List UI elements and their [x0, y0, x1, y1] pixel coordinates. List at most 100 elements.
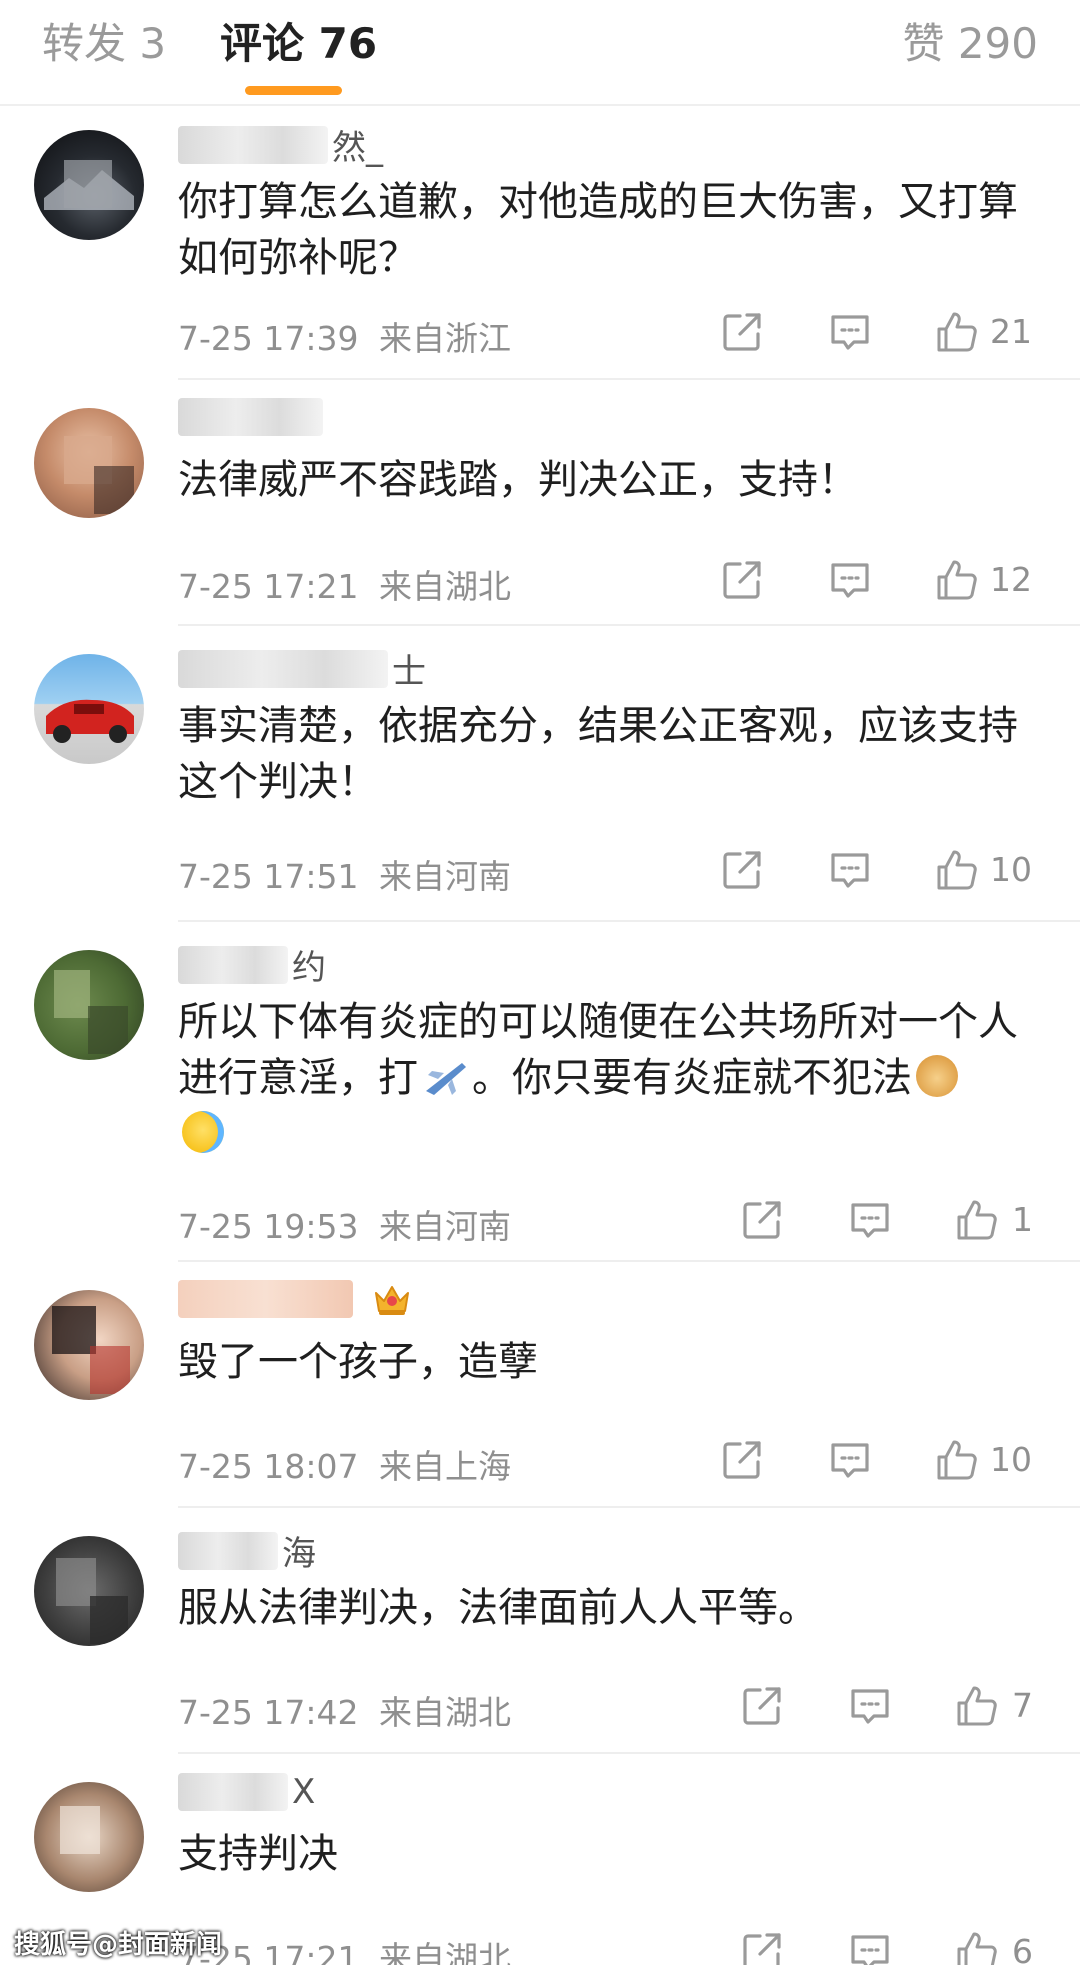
- comment-meta: 7-25 17:42 来自湖北: [178, 1686, 511, 1734]
- like-count: 6: [1012, 1932, 1033, 1965]
- comment-meta: 7-25 17:51 来自河南: [178, 850, 511, 898]
- divider: [178, 920, 1080, 922]
- reply-icon[interactable]: [848, 1930, 892, 1965]
- comment-item: 海 服从法律判决，法律面前人人平等。 7-25 17:42 来自湖北 7: [0, 1518, 1080, 1754]
- username-row[interactable]: [178, 398, 327, 444]
- comment-actions: 10: [750, 848, 1040, 892]
- comment-location: 来自上海: [379, 1447, 511, 1486]
- share-icon[interactable]: [720, 1438, 764, 1482]
- avatar[interactable]: [34, 408, 144, 518]
- comment-actions: 12: [750, 558, 1040, 602]
- comment-item: 然_ 你打算怎么道歉，对他造成的巨大伤害，又打算如何弥补呢？ 7-25 17:3…: [0, 112, 1080, 380]
- reply-icon[interactable]: [848, 1198, 892, 1242]
- reply-icon[interactable]: [828, 310, 872, 354]
- comment-actions: 1: [770, 1198, 1040, 1242]
- username-blurred: [178, 1773, 288, 1811]
- comment-item: 毁了一个孩子，造孽 7-25 18:07 来自上海 10: [0, 1272, 1080, 1508]
- comment-time: 7-25 19:53: [178, 1207, 359, 1246]
- like-count: 1: [1012, 1200, 1033, 1239]
- comment-actions: 7: [770, 1684, 1040, 1728]
- share-icon[interactable]: [720, 848, 764, 892]
- tab-repost[interactable]: 转发 3: [42, 16, 166, 72]
- comment-location: 来自河南: [379, 1207, 511, 1246]
- comment-location: 来自湖北: [379, 1939, 511, 1965]
- share-icon[interactable]: [740, 1930, 784, 1965]
- thumbs-up-icon[interactable]: [935, 558, 979, 602]
- username-row[interactable]: [178, 1280, 412, 1326]
- comment-meta: 7-25 19:53 来自河南: [178, 1200, 511, 1248]
- comment-time: 7-25 17:42: [178, 1693, 359, 1732]
- username: 然_: [332, 128, 383, 168]
- comment-location: 来自河南: [379, 857, 511, 896]
- divider: [178, 378, 1080, 380]
- reply-icon[interactable]: [828, 558, 872, 602]
- thumbs-up-icon[interactable]: [935, 310, 979, 354]
- share-icon[interactable]: [740, 1684, 784, 1728]
- username: 约: [292, 948, 326, 988]
- comment-text: 支持判决: [178, 1831, 338, 1877]
- username-row[interactable]: 约: [178, 940, 326, 988]
- like-count: 10: [990, 850, 1032, 889]
- share-icon[interactable]: [720, 310, 764, 354]
- reply-icon[interactable]: [828, 848, 872, 892]
- comment-tab-bar: 转发 3 评论 76 赞 290: [0, 0, 1080, 106]
- tab-comment[interactable]: 评论 76: [220, 16, 377, 72]
- thumbs-up-icon[interactable]: [935, 1438, 979, 1482]
- username: 士: [392, 652, 426, 692]
- avatar[interactable]: [34, 1782, 144, 1892]
- reply-icon[interactable]: [828, 1438, 872, 1482]
- comment-meta: 7-25 17:21 来自湖北: [178, 1932, 511, 1965]
- comment-text: 事实清楚，依据充分，结果公正客观，应该支持这个判决！: [178, 703, 1018, 805]
- divider: [178, 1752, 1080, 1754]
- avatar[interactable]: [34, 1290, 144, 1400]
- username-blurred: [178, 398, 323, 436]
- comment-location: 来自浙江: [379, 319, 511, 358]
- username-row[interactable]: 海: [178, 1526, 316, 1574]
- share-icon[interactable]: [740, 1198, 784, 1242]
- username-row[interactable]: 然_: [178, 120, 383, 168]
- comment-meta: 7-25 17:39 来自浙江: [178, 312, 511, 360]
- username-row[interactable]: X: [178, 1772, 315, 1818]
- avatar[interactable]: [34, 950, 144, 1060]
- username: 海: [282, 1534, 316, 1574]
- crown-icon: [375, 1286, 410, 1315]
- username-row[interactable]: 士: [178, 644, 426, 692]
- like-count: 10: [990, 1440, 1032, 1479]
- laugh-cry-emoji-icon: [182, 1111, 224, 1153]
- thumbs-up-icon[interactable]: [955, 1930, 999, 1965]
- comment-text: 你打算怎么道歉，对他造成的巨大伤害，又打算如何弥补呢？: [178, 179, 1018, 281]
- username-blurred: [178, 1531, 278, 1570]
- comment-item: 士 事实清楚，依据充分，结果公正客观，应该支持这个判决！ 7-25 17:51 …: [0, 636, 1080, 922]
- avatar[interactable]: [34, 130, 144, 240]
- active-tab-indicator: [245, 86, 342, 95]
- comment-time: 7-25 18:07: [178, 1447, 359, 1486]
- share-icon[interactable]: [720, 558, 764, 602]
- comment-time: 7-25 17:21: [178, 567, 359, 606]
- divider: [178, 624, 1080, 626]
- tab-like[interactable]: 赞 290: [902, 16, 1038, 72]
- comment-location: 来自湖北: [379, 1693, 511, 1732]
- comment-location: 来自湖北: [379, 567, 511, 606]
- airplane-emoji-icon: [426, 1063, 466, 1095]
- username-blurred: [178, 125, 328, 164]
- thumbs-up-icon[interactable]: [935, 848, 979, 892]
- comment-item: 法律威严不容践踏，判决公正，支持！ 7-25 17:21 来自湖北 12: [0, 390, 1080, 626]
- avatar[interactable]: [34, 654, 144, 764]
- comment-text: 毁了一个孩子，造孽: [178, 1339, 538, 1385]
- comment-actions: 10: [750, 1438, 1040, 1482]
- thumbs-up-icon[interactable]: [955, 1684, 999, 1728]
- comment-item: 约 所以下体有炎症的可以随便在公共场所对一个人进行意淫，打 。你只要有炎症就不犯法…: [0, 932, 1080, 1262]
- comment-text: 法律威严不容践踏，判决公正，支持！: [178, 457, 858, 503]
- comment-text: 所以下体有炎症的可以随便在公共场所对一个人进行意淫，打 。你只要有炎症就不犯法: [178, 994, 1048, 1162]
- comment-meta: 7-25 18:07 来自上海: [178, 1440, 511, 1488]
- username-blurred: [178, 945, 288, 984]
- avatar[interactable]: [34, 1536, 144, 1646]
- thumbs-up-icon[interactable]: [955, 1198, 999, 1242]
- comment-time: 7-25 17:39: [178, 319, 359, 358]
- like-count: 12: [990, 560, 1032, 599]
- comment-meta: 7-25 17:21 来自湖北: [178, 560, 511, 608]
- source-watermark: 搜狐号@封面新闻: [14, 1930, 223, 1960]
- reply-icon[interactable]: [848, 1684, 892, 1728]
- comment-time: 7-25 17:51: [178, 857, 359, 896]
- comment-text-part: 。你只要有炎症就不犯法: [472, 1055, 912, 1101]
